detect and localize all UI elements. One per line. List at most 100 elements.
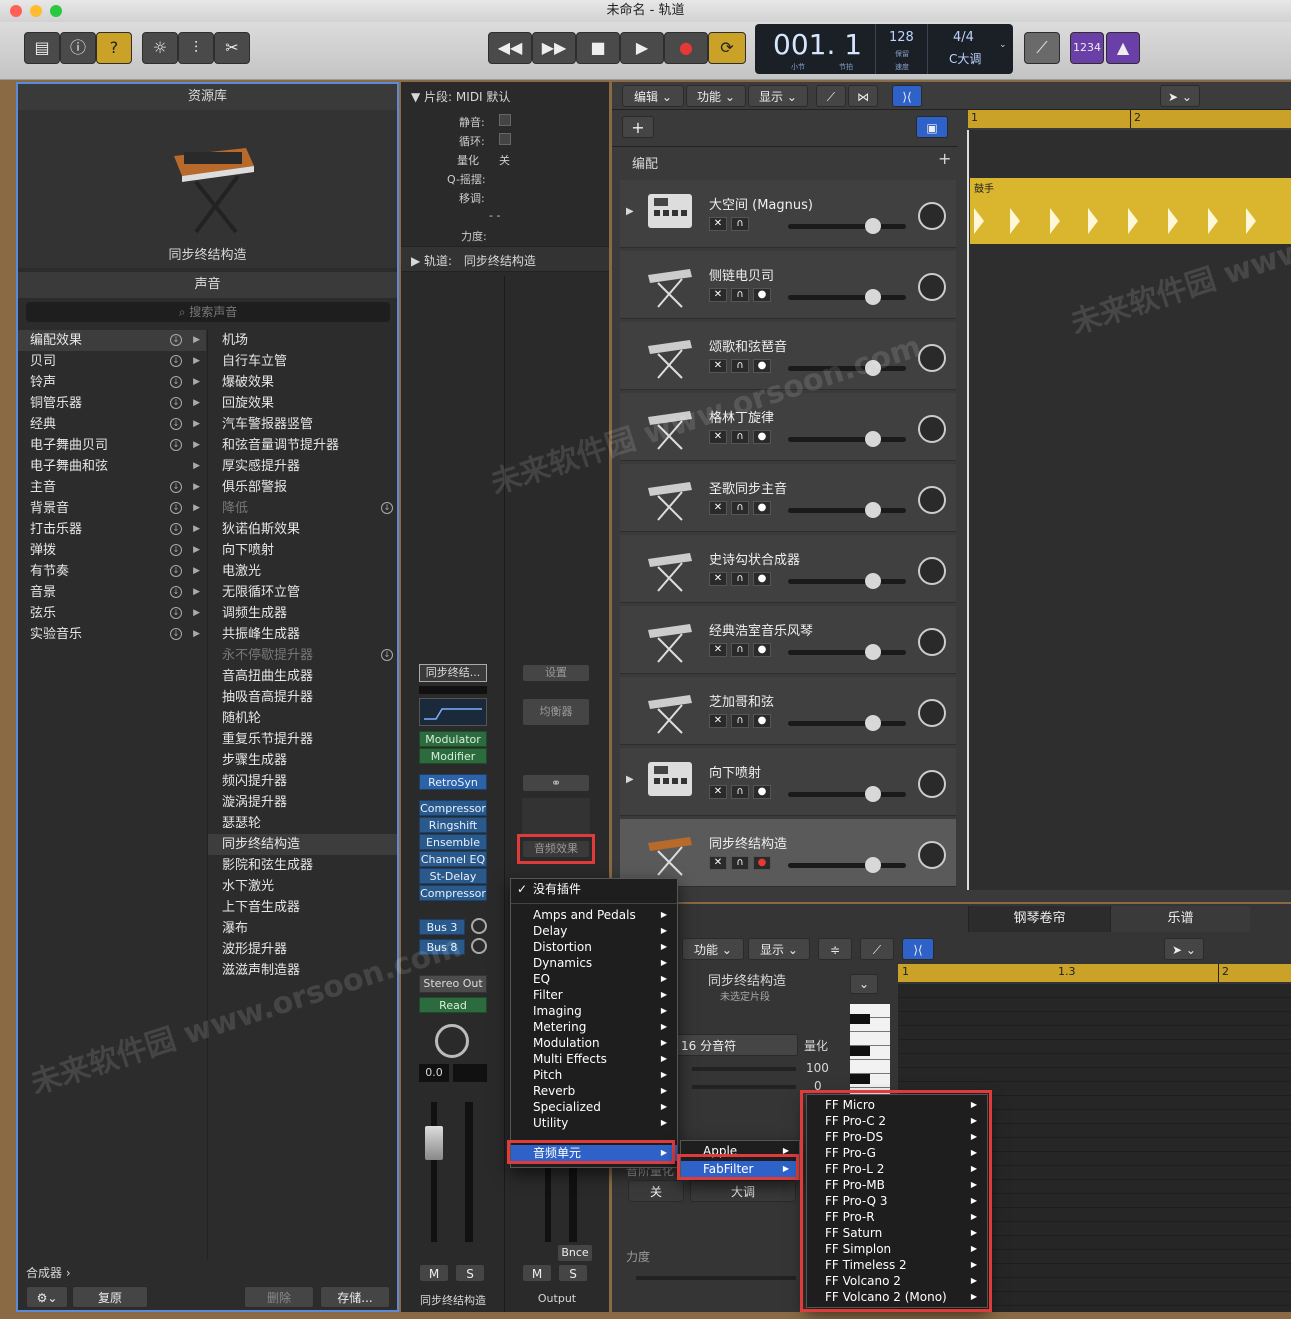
automation-mode-button[interactable]: Read (419, 997, 487, 1013)
track-volume-thumb[interactable] (865, 715, 881, 731)
track-header[interactable]: 经典浩室音乐风琴 ✕ ∩ ● (620, 606, 956, 674)
download-icon[interactable]: ↓ (170, 439, 182, 451)
track-pan-knob[interactable] (918, 557, 946, 585)
scale-key-select[interactable]: 大调 (690, 1180, 796, 1202)
track-volume-thumb[interactable] (865, 218, 881, 234)
track-mute-icon[interactable]: ✕ (709, 572, 727, 586)
track-pan-knob[interactable] (918, 202, 946, 230)
search-sounds-input[interactable]: ⌕ 搜索声音 (26, 302, 390, 322)
category-item[interactable]: 弹拨 ↓ ▶ (18, 540, 206, 561)
track-volume-slider[interactable] (788, 360, 906, 376)
download-icon[interactable]: ↓ (170, 376, 182, 388)
channel-name-button[interactable]: 同步终结... (419, 664, 487, 682)
track-mute-icon[interactable]: ✕ (709, 501, 727, 515)
download-icon[interactable]: ↓ (170, 628, 182, 640)
menu-item-plugin-category[interactable]: Dynamics ▶ (511, 955, 677, 971)
eq-thumbnail[interactable] (419, 698, 487, 726)
patch-item[interactable]: 向下喷射 (208, 540, 397, 561)
menu-item-plugin-category[interactable]: Utility ▶ (511, 1115, 677, 1131)
track-name[interactable]: 向下喷射 (709, 762, 761, 781)
track-volume-slider[interactable] (788, 857, 906, 873)
download-icon[interactable]: ↓ (381, 649, 393, 661)
download-icon[interactable]: ↓ (170, 418, 182, 430)
editor-view-menu[interactable]: 显示 ⌄ (748, 938, 810, 960)
record-enable-icon[interactable]: ● (753, 501, 771, 515)
global-tracks-icon[interactable]: ▣ (916, 116, 948, 138)
menu-item-plugin-category[interactable]: Delay ▶ (511, 923, 677, 939)
menu-item-plugin-category[interactable]: Multi Effects ▶ (511, 1051, 677, 1067)
track-pan-knob[interactable] (918, 841, 946, 869)
editor-functions-menu[interactable]: 功能 ⌄ (682, 938, 744, 960)
track-volume-slider[interactable] (788, 502, 906, 518)
category-item[interactable]: 实验音乐 ↓ ▶ (18, 624, 206, 645)
tuner-button[interactable]: ⟋ (1024, 32, 1060, 64)
quantize-select[interactable]: 关 (499, 152, 510, 168)
rewind-button[interactable]: ◀◀ (488, 32, 532, 64)
patch-item[interactable]: 波形提升器 (208, 939, 397, 960)
quantize-select[interactable]: 16 分音符 (676, 1034, 798, 1056)
record-enable-icon[interactable]: ● (753, 714, 771, 728)
track-pan-knob[interactable] (918, 344, 946, 372)
download-icon[interactable]: ↓ (170, 502, 182, 514)
menu-item-plugin-category[interactable]: Reverb ▶ (511, 1083, 677, 1099)
patch-item[interactable]: 滋滋声制造器 (208, 960, 397, 981)
output-solo-button[interactable]: S (558, 1264, 588, 1282)
download-icon[interactable]: ↓ (170, 523, 182, 535)
output-slot[interactable]: Stereo Out (419, 975, 487, 993)
stop-button[interactable]: ■ (576, 32, 620, 64)
editor-automation-icon[interactable]: ⟋ (860, 938, 894, 960)
track-name[interactable]: 芝加哥和弦 (709, 691, 774, 710)
record-button[interactable]: ● (664, 32, 708, 64)
track-pan-knob[interactable] (918, 628, 946, 656)
track-volume-slider[interactable] (788, 289, 906, 305)
velocity-slider[interactable] (636, 1276, 796, 1280)
patch-item[interactable]: 上下音生成器 (208, 897, 397, 918)
track-name[interactable]: 格林丁旋律 (709, 407, 774, 426)
track-header[interactable]: 同步终结构造 ✕ ∩ ● (620, 819, 956, 887)
category-item[interactable]: 电子舞曲贝司 ↓ ▶ (18, 435, 206, 456)
download-icon[interactable]: ↓ (170, 355, 182, 367)
patch-item[interactable]: 俱乐部警报 (208, 477, 397, 498)
track-mute-icon[interactable]: ✕ (709, 430, 727, 444)
category-item[interactable]: 铃声 ↓ ▶ (18, 372, 206, 393)
patch-item[interactable]: 水下激光 (208, 876, 397, 897)
automation-icon[interactable]: ⟋ (816, 85, 846, 107)
category-item[interactable]: 有节奏 ↓ ▶ (18, 561, 206, 582)
mute-button[interactable]: M (419, 1264, 449, 1282)
link-icon[interactable]: ⚭ (522, 774, 590, 792)
patch-item[interactable]: 无限循环立管 (208, 582, 397, 603)
track-mute-icon[interactable]: ✕ (709, 643, 727, 657)
category-item[interactable]: 铜管乐器 ↓ ▶ (18, 393, 206, 414)
drummer-region[interactable]: 鼓手 (970, 178, 1291, 244)
pan-knob[interactable] (435, 1024, 469, 1058)
menu-item-no-plugin[interactable]: ✓ 没有插件 (511, 881, 677, 897)
track-volume-thumb[interactable] (865, 502, 881, 518)
download-icon[interactable]: ↓ (170, 544, 182, 556)
category-item[interactable]: 电子舞曲和弦 ▶ (18, 456, 206, 477)
editor-snap-icon[interactable]: ⟩⟨ (902, 938, 934, 960)
track-header[interactable]: ▶ 大空间 (Magnus) ✕ ∩ (620, 180, 956, 248)
category-item[interactable]: 经典 ↓ ▶ (18, 414, 206, 435)
cycle-button[interactable]: ⟳ (708, 32, 746, 64)
patch-item[interactable]: 机场 (208, 330, 397, 351)
patch-item[interactable]: 自行车立管 (208, 351, 397, 372)
patch-item[interactable]: 重复乐节提升器 (208, 729, 397, 750)
download-icon[interactable]: ↓ (170, 397, 182, 409)
download-icon[interactable]: ↓ (170, 481, 182, 493)
editor-ruler[interactable]: 1 1.3 2 (898, 964, 1291, 982)
track-volume-slider[interactable] (788, 573, 906, 589)
audio-fx-slot-5[interactable]: St-Delay (419, 868, 487, 884)
patch-item[interactable]: 漩涡提升器 (208, 792, 397, 813)
track-name[interactable]: 圣歌同步主音 (709, 478, 787, 497)
patch-item[interactable]: 瀑布 (208, 918, 397, 939)
edit-menu[interactable]: 编辑 ⌄ (622, 85, 684, 107)
menu-item-plugin-category[interactable]: Metering ▶ (511, 1019, 677, 1035)
patch-item[interactable]: 影院和弦生成器 (208, 855, 397, 876)
track-name[interactable]: 颂歌和弦琶音 (709, 336, 787, 355)
tracks-lane[interactable] (968, 130, 1291, 890)
track-name[interactable]: 史诗勾状合成器 (709, 549, 800, 568)
track-volume-thumb[interactable] (865, 857, 881, 873)
audio-fx-slot-2[interactable]: Ringshift (419, 817, 487, 833)
record-enable-icon[interactable]: ● (753, 643, 771, 657)
category-item[interactable]: 编配效果 ↓ ▶ (18, 330, 206, 351)
